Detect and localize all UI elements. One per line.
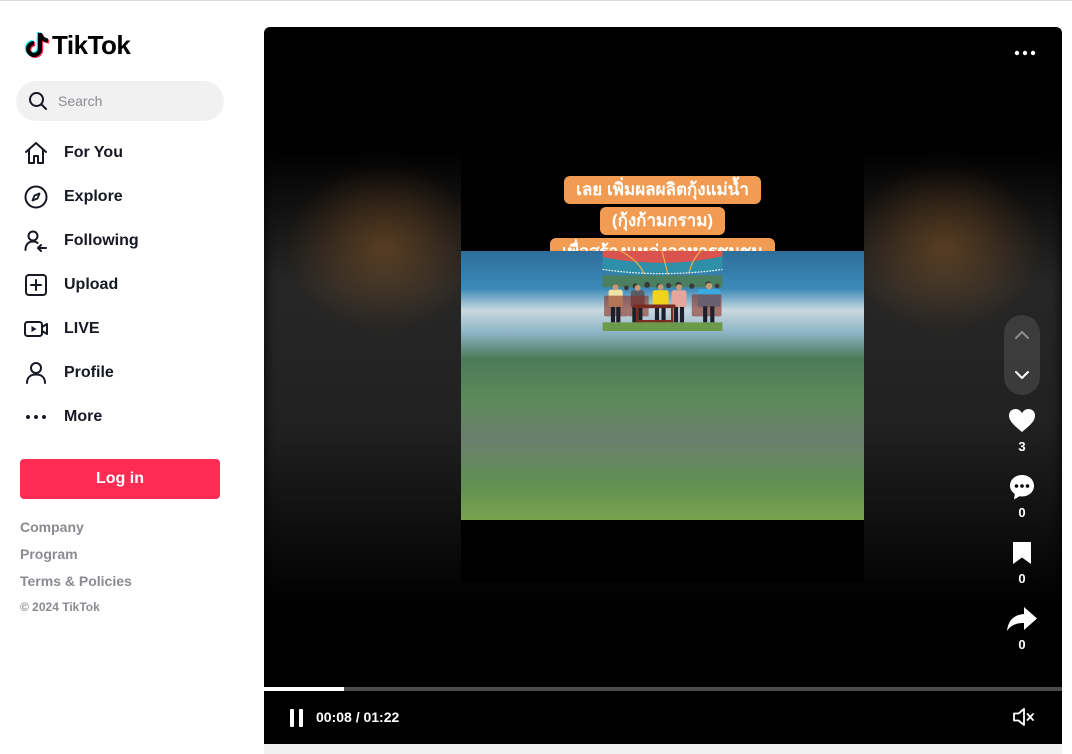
next-video-button[interactable] xyxy=(1004,357,1040,393)
home-icon xyxy=(22,139,50,167)
video-frame[interactable]: เลย เพิ่มผลผลิตกุ้งแม่น้ำ (กุ้งก้ามกราม)… xyxy=(461,152,864,582)
nav-item-upload[interactable]: Upload xyxy=(22,263,232,307)
nav-label: Following xyxy=(64,232,139,249)
nav-item-following[interactable]: Following xyxy=(22,219,232,263)
more-options-button[interactable] xyxy=(1010,41,1040,65)
player-controls: 00:08 / 01:22 xyxy=(264,691,1062,744)
nav-label: More xyxy=(64,408,103,425)
compass-icon xyxy=(22,183,50,211)
below-player-strip xyxy=(264,744,1062,754)
bookmark-action[interactable]: 0 xyxy=(1002,536,1042,588)
pause-button[interactable] xyxy=(284,707,308,729)
previous-video-button[interactable] xyxy=(1004,317,1040,353)
more-dots-icon xyxy=(22,403,50,431)
caption-line: เลย เพิ่มผลผลิตกุ้งแม่น้ำ xyxy=(564,176,761,204)
search-input[interactable] xyxy=(58,93,208,109)
brand-name: TikTok xyxy=(52,29,131,60)
more-horizontal-icon xyxy=(1014,50,1036,56)
footer-link-company[interactable]: Company xyxy=(20,517,132,544)
time-display: 00:08 / 01:22 xyxy=(316,709,400,725)
like-count: 3 xyxy=(1018,439,1026,454)
comment-action[interactable]: 0 xyxy=(1002,470,1042,522)
search-icon xyxy=(29,92,47,110)
nav-label: LIVE xyxy=(64,320,100,337)
live-icon xyxy=(22,315,50,343)
tiktok-note-icon xyxy=(24,32,50,58)
nav-item-for-you[interactable]: For You xyxy=(22,131,232,175)
bookmark-icon[interactable] xyxy=(1002,536,1042,570)
nav-label: Profile xyxy=(64,364,114,381)
nav-label: Explore xyxy=(64,188,123,205)
volume-button[interactable] xyxy=(1012,706,1036,733)
comment-icon[interactable] xyxy=(1002,470,1042,504)
share-icon[interactable] xyxy=(1002,602,1042,636)
footer-link-terms[interactable]: Terms & Policies xyxy=(20,571,132,598)
following-icon xyxy=(22,227,50,255)
copyright: © 2024 TikTok xyxy=(20,600,100,614)
sidebar-footer: Company Program Terms & Policies © 2024 … xyxy=(20,517,132,614)
tiktok-logo[interactable]: TikTok xyxy=(24,28,131,62)
nav-label: Upload xyxy=(64,276,119,293)
video-still-image xyxy=(461,251,864,520)
nav-item-live[interactable]: LIVE xyxy=(22,307,232,351)
chevron-up-icon xyxy=(1015,331,1029,339)
video-player[interactable]: เลย เพิ่มผลผลิตกุ้งแม่น้ำ (กุ้งก้ามกราม)… xyxy=(264,27,1062,744)
nav-label: For You xyxy=(64,144,123,161)
nav-item-more[interactable]: More xyxy=(22,395,232,439)
search-box[interactable] xyxy=(16,81,224,121)
login-button[interactable]: Log in xyxy=(20,459,220,499)
pause-icon xyxy=(289,709,294,727)
comment-count: 0 xyxy=(1018,505,1026,520)
share-action[interactable]: 0 xyxy=(1002,602,1042,654)
person-icon xyxy=(22,359,50,387)
like-action[interactable]: 3 xyxy=(1002,404,1042,456)
heart-icon[interactable] xyxy=(1002,404,1042,438)
bookmark-count: 0 xyxy=(1018,571,1026,586)
plus-square-icon xyxy=(22,271,50,299)
sidebar: TikTok For You Explore Following xyxy=(0,0,250,754)
footer-link-program[interactable]: Program xyxy=(20,544,132,571)
canopy-graphic xyxy=(602,251,723,331)
main-nav: For You Explore Following Upload LIVE Pr… xyxy=(22,131,232,439)
caption-line: (กุ้งก้ามกราม) xyxy=(599,207,726,235)
share-count: 0 xyxy=(1018,637,1026,652)
speaker-muted-icon xyxy=(1013,708,1034,726)
chevron-down-icon xyxy=(1015,371,1029,379)
nav-item-profile[interactable]: Profile xyxy=(22,351,232,395)
nav-item-explore[interactable]: Explore xyxy=(22,175,232,219)
video-nav-pill xyxy=(1004,315,1040,395)
